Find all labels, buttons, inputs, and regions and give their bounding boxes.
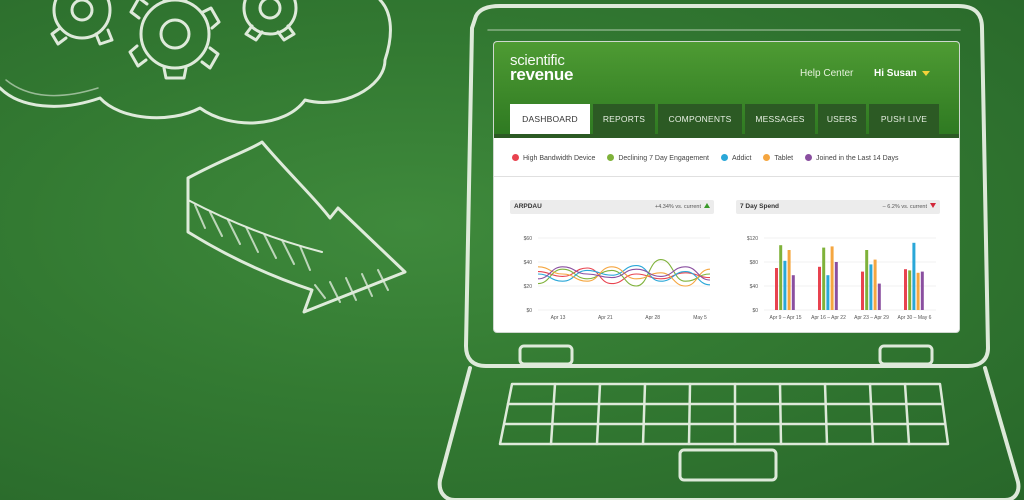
tab-users[interactable]: USERS xyxy=(818,104,866,134)
user-menu[interactable]: Hi Susan xyxy=(874,68,930,79)
legend-label: Declining 7 Day Engagement xyxy=(618,155,709,162)
panel-title: ARPDAU xyxy=(514,203,542,210)
series-line-3 xyxy=(537,265,711,286)
y-tick-label: $0 xyxy=(752,308,758,314)
x-tick-label: Apr 13 xyxy=(551,315,566,321)
x-tick-label: Apr 30 – May 6 xyxy=(898,315,932,321)
x-tick-label: Apr 28 xyxy=(645,315,660,321)
y-tick-label: $20 xyxy=(524,284,533,290)
legend-dot xyxy=(607,154,615,161)
user-greeting: Hi Susan xyxy=(874,68,917,79)
tab-reports[interactable]: REPORTS xyxy=(593,104,655,134)
chalk-gear-large xyxy=(128,0,221,80)
chalkboard-background: scientific revenue Help Center Hi Susan … xyxy=(0,0,1024,500)
x-tick-label: Apr 9 – Apr 15 xyxy=(770,315,802,321)
divider xyxy=(494,176,959,177)
x-tick-label: Apr 23 – Apr 29 xyxy=(854,315,889,321)
bar-4-5 xyxy=(920,271,924,310)
legend-dot xyxy=(720,154,728,161)
delta-text: – 6.2% vs. current xyxy=(882,204,927,210)
spend-panel: 7 Day Spend – 6.2% vs. current $120 $80 $4… xyxy=(736,200,940,329)
y-tick-label: $0 xyxy=(526,308,532,314)
logo-line-2: revenue xyxy=(510,65,574,84)
panel-title: 7 Day Spend xyxy=(740,203,780,210)
y-tick-label: $40 xyxy=(750,284,759,290)
tab-dashboard[interactable]: DASHBOARD xyxy=(510,104,590,134)
caret-down-icon xyxy=(921,70,930,76)
y-tick-label: $120 xyxy=(747,236,758,242)
y-tick-label: $60 xyxy=(524,236,533,242)
arpdau-line-chart: $60 $40 $20 $0 Apr 13 Apr 21 Apr 28 May 5 xyxy=(524,236,711,321)
trend-down-icon xyxy=(930,203,936,208)
legend-label: High Bandwidth Device xyxy=(523,155,596,162)
x-tick-label: Apr 16 – Apr 22 xyxy=(811,315,846,321)
arpdau-panel: ARPDAU +4.34% vs. current $60 $40 $20 $0 Apr… xyxy=(510,200,714,329)
bar-4-2 xyxy=(908,270,912,310)
legend-item-high-bandwidth[interactable]: High Bandwidth Device xyxy=(512,154,595,162)
legend-dot xyxy=(512,154,519,161)
y-tick-label: $80 xyxy=(750,260,759,266)
legend-dot xyxy=(805,154,813,161)
bar-4-4 xyxy=(916,272,920,310)
tab-components[interactable]: COMPONENTS xyxy=(658,104,742,134)
legend-item-joined-recently[interactable]: Joined in the Last 14 Days xyxy=(805,154,899,162)
panel-delta: +4.34% vs. current xyxy=(655,203,710,210)
legend-label: Joined in the Last 14 Days xyxy=(816,155,899,162)
app-header: scientific revenue Help Center Hi Susan … xyxy=(494,42,959,134)
legend-item-tablet[interactable]: Tablet xyxy=(763,154,793,162)
bar-2-2 xyxy=(822,247,826,310)
delta-text: +4.34% vs. current xyxy=(654,204,701,210)
bar-1-4 xyxy=(787,250,791,310)
bar-2-5 xyxy=(834,262,838,310)
app-screen: scientific revenue Help Center Hi Susan … xyxy=(494,42,959,332)
spend-bar-chart: $120 $80 $40 $0 Apr 9 – Apr 15 Apr 16 – Apr 2… xyxy=(747,236,936,321)
x-tick-label: May 5 xyxy=(693,315,707,321)
chalk-touchpad xyxy=(678,448,778,482)
tab-strip xyxy=(494,134,959,138)
legend-label: Addict xyxy=(731,155,752,162)
bar-4-3 xyxy=(912,242,916,310)
panel-delta: – 6.2% vs. current xyxy=(883,203,936,210)
x-tick-label: Apr 21 xyxy=(598,315,613,321)
chalk-hinge-right xyxy=(878,344,934,366)
bar-3-5 xyxy=(877,283,881,310)
tab-messages[interactable]: MESSAGES xyxy=(745,104,815,134)
app-logo[interactable]: scientific revenue xyxy=(510,52,574,84)
bar-3-1 xyxy=(861,271,864,310)
trend-up-icon xyxy=(704,203,710,208)
legend-dot xyxy=(763,154,771,161)
bar-4-1 xyxy=(904,269,907,310)
legend-item-declining-engagement[interactable]: Declining 7 Day Engagement xyxy=(607,154,709,162)
help-center-link[interactable]: Help Center xyxy=(800,68,853,79)
chalk-arrow xyxy=(186,140,407,314)
bar-1-2 xyxy=(779,245,783,310)
legend-item-addict[interactable]: Addict xyxy=(720,154,752,162)
bar-2-1 xyxy=(818,266,821,310)
bar-2-3 xyxy=(826,275,830,310)
bar-3-3 xyxy=(869,264,873,310)
bar-3-4 xyxy=(873,259,877,310)
tab-push-live[interactable]: PUSH LIVE xyxy=(869,104,939,134)
bar-1-3 xyxy=(783,260,787,310)
panel-header: 7 Day Spend – 6.2% vs. current xyxy=(736,200,940,214)
segment-legend: High Bandwidth Device Declining 7 Day En… xyxy=(512,154,909,162)
chalk-gear-left xyxy=(50,0,114,46)
legend-label: Tablet xyxy=(774,155,794,162)
chalk-hinge-left xyxy=(518,344,574,366)
chalk-gear-right xyxy=(242,0,298,42)
chalk-keyboard xyxy=(498,382,950,446)
bar-2-4 xyxy=(830,246,834,310)
panel-header: ARPDAU +4.34% vs. current xyxy=(510,200,714,214)
logo-line-1: scientific xyxy=(510,52,565,69)
bar-1-1 xyxy=(775,268,778,310)
bar-3-2 xyxy=(865,250,869,310)
bar-1-5 xyxy=(791,275,795,310)
y-tick-label: $40 xyxy=(524,260,533,266)
